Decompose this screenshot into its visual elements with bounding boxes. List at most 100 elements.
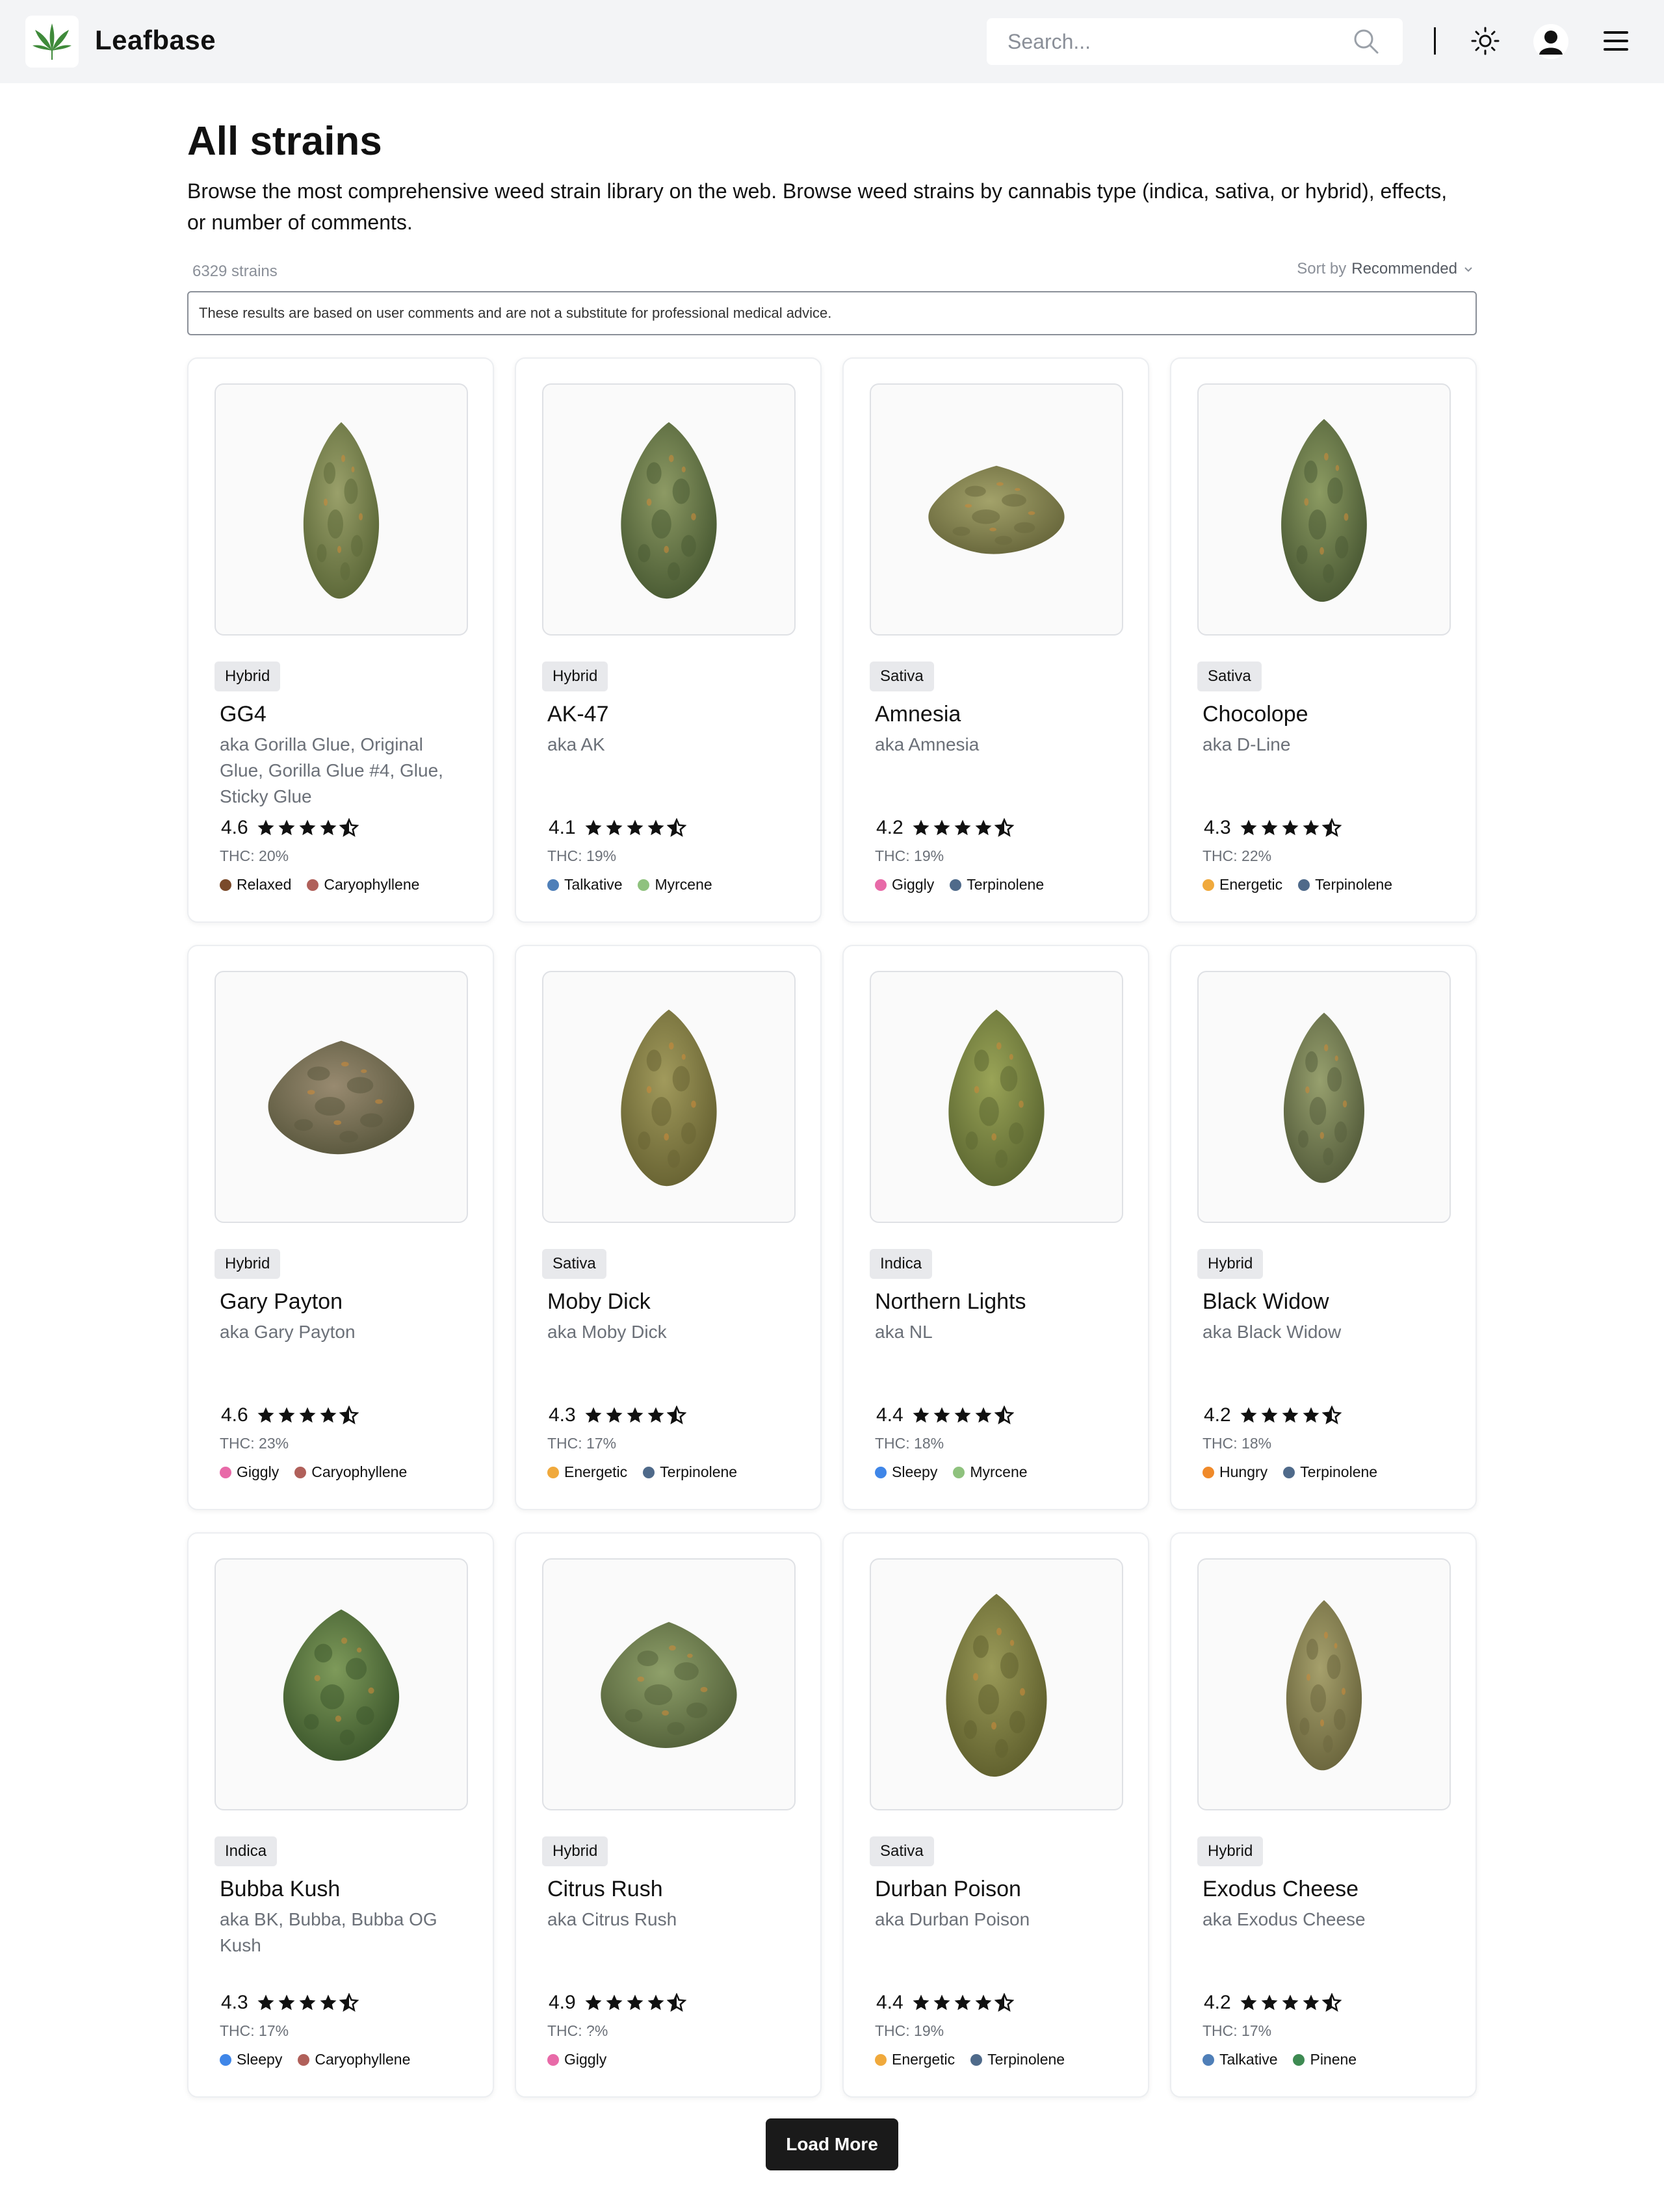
effect-tags: Energetic Terpinolene xyxy=(547,1463,737,1481)
strain-name[interactable]: Bubba Kush xyxy=(220,1877,340,1902)
star-rating xyxy=(584,818,686,838)
star-icon xyxy=(627,1994,644,2011)
tag-label: Relaxed xyxy=(237,876,292,893)
star-icon xyxy=(975,819,992,836)
strain-image[interactable] xyxy=(542,383,796,636)
cannabis-bud-icon xyxy=(946,1593,1047,1777)
strain-image[interactable] xyxy=(870,1558,1123,1810)
user-avatar-icon[interactable] xyxy=(1533,23,1569,60)
tag-color-dot xyxy=(1202,879,1214,891)
star-icon xyxy=(975,1994,992,2011)
leaf-logo-icon[interactable] xyxy=(25,16,79,68)
strain-image[interactable] xyxy=(214,971,468,1223)
strain-image[interactable] xyxy=(870,383,1123,636)
star-icon xyxy=(585,819,602,836)
strain-card[interactable]: Sativa Durban Poison aka Durban Poison 4… xyxy=(842,1532,1149,2098)
strain-card[interactable]: Indica Bubba Kush aka BK, Bubba, Bubba O… xyxy=(187,1532,494,2098)
strain-name[interactable]: Moby Dick xyxy=(547,1289,651,1315)
effect-tag: Terpinolene xyxy=(950,876,1044,894)
sort-dropdown[interactable]: Sort by Recommended xyxy=(1297,260,1474,278)
tag-color-dot xyxy=(643,1466,655,1478)
thc-value: THC: 19% xyxy=(875,2022,944,2039)
strain-card[interactable]: Hybrid AK-47 aka AK 4.1 THC: 19% Talkati… xyxy=(515,357,822,923)
rating: 4.3 xyxy=(549,1404,686,1427)
strain-name[interactable]: Durban Poison xyxy=(875,1877,1021,1902)
half-star-icon xyxy=(339,818,359,837)
strain-card[interactable]: Hybrid Black Widow aka Black Widow 4.2 T… xyxy=(1170,945,1477,1510)
tag-color-dot xyxy=(953,1466,965,1478)
strain-card[interactable]: Hybrid Exodus Cheese aka Exodus Cheese 4… xyxy=(1170,1532,1477,2098)
star-rating xyxy=(256,1993,359,2013)
tag-label: Myrcene xyxy=(655,876,712,893)
tag-color-dot xyxy=(298,2053,310,2066)
search-icon[interactable] xyxy=(1352,27,1379,55)
search-box[interactable] xyxy=(987,18,1403,65)
strain-card[interactable]: Indica Northern Lights aka NL 4.4 THC: 1… xyxy=(842,945,1149,1510)
search-input[interactable] xyxy=(987,18,1351,65)
strain-image[interactable] xyxy=(1197,383,1451,636)
load-more-button[interactable]: Load More xyxy=(766,2118,898,2170)
sort-value[interactable]: Recommended xyxy=(1351,260,1457,278)
star-icon xyxy=(933,1994,950,2011)
brand-name[interactable]: Leafbase xyxy=(95,25,216,56)
strain-image[interactable] xyxy=(870,971,1123,1223)
star-rating xyxy=(256,1406,359,1425)
cannabis-bud-icon xyxy=(1281,418,1367,602)
star-icon xyxy=(975,1407,992,1423)
rating-value: 4.4 xyxy=(876,1992,904,2013)
cannabis-bud-icon xyxy=(303,422,380,599)
strain-name[interactable]: Black Widow xyxy=(1202,1289,1329,1315)
strain-name[interactable]: Chocolope xyxy=(1202,702,1308,727)
half-star-icon xyxy=(666,1406,686,1424)
effect-tag: Talkative xyxy=(1202,2051,1277,2068)
star-icon xyxy=(1303,819,1320,836)
star-icon xyxy=(647,1407,664,1423)
chevron-down-icon[interactable] xyxy=(1462,263,1474,275)
tag-label: Giggly xyxy=(564,2051,607,2068)
effect-tag: Terpinolene xyxy=(1298,876,1392,894)
strain-name[interactable]: Amnesia xyxy=(875,702,961,727)
effect-tags: Talkative Pinene xyxy=(1202,2051,1357,2068)
effect-tags: Energetic Terpinolene xyxy=(875,2051,1065,2068)
tag-color-dot xyxy=(970,2053,983,2066)
strain-image[interactable] xyxy=(1197,1558,1451,1810)
thc-value: THC: 23% xyxy=(220,1435,289,1452)
strain-card[interactable]: Sativa Chocolope aka D-Line 4.3 THC: 22%… xyxy=(1170,357,1477,923)
effect-tag: Terpinolene xyxy=(1283,1463,1377,1481)
hamburger-menu-icon[interactable] xyxy=(1603,29,1629,55)
strain-card[interactable]: Hybrid Gary Payton aka Gary Payton 4.6 T… xyxy=(187,945,494,1510)
strain-image[interactable] xyxy=(214,383,468,636)
star-icon xyxy=(954,1407,971,1423)
strain-name[interactable]: AK-47 xyxy=(547,702,609,727)
cannabis-bud-icon xyxy=(268,1040,415,1155)
strain-image[interactable] xyxy=(214,1558,468,1810)
thc-value: THC: 19% xyxy=(875,847,944,864)
star-icon xyxy=(585,1994,602,2011)
sun-icon[interactable] xyxy=(1470,26,1500,56)
strain-aka: aka Citrus Rush xyxy=(547,1909,677,1929)
strain-type-badge: Hybrid xyxy=(1197,1836,1264,1866)
tag-label: Giggly xyxy=(892,876,935,893)
strain-card[interactable]: Sativa Amnesia aka Amnesia 4.2 THC: 19% … xyxy=(842,357,1149,923)
strain-name[interactable]: Citrus Rush xyxy=(547,1877,663,1902)
rating: 4.6 xyxy=(221,1404,359,1427)
strain-name[interactable]: Northern Lights xyxy=(875,1289,1026,1315)
effect-tag: Relaxed xyxy=(220,876,291,894)
strain-card[interactable]: Hybrid Citrus Rush aka Citrus Rush 4.9 T… xyxy=(515,1532,822,2098)
rating-value: 4.6 xyxy=(221,1404,248,1426)
thc-value: THC: 17% xyxy=(1202,2022,1272,2039)
strain-image[interactable] xyxy=(542,1558,796,1810)
tag-color-dot xyxy=(1298,879,1310,891)
strain-image[interactable] xyxy=(542,971,796,1223)
strain-name[interactable]: GG4 xyxy=(220,702,266,727)
strain-name[interactable]: Exodus Cheese xyxy=(1202,1877,1358,1902)
star-icon xyxy=(278,819,295,836)
strain-card[interactable]: Hybrid GG4 aka Gorilla Glue, Original Gl… xyxy=(187,357,494,923)
strain-card[interactable]: Sativa Moby Dick aka Moby Dick 4.3 THC: … xyxy=(515,945,822,1510)
rating-value: 4.9 xyxy=(549,1992,576,2013)
strain-image[interactable] xyxy=(1197,971,1451,1223)
tag-label: Terpinolene xyxy=(987,2051,1065,2068)
strain-name[interactable]: Gary Payton xyxy=(220,1289,343,1315)
effect-tag: Talkative xyxy=(547,876,622,894)
star-icon xyxy=(647,1994,664,2011)
